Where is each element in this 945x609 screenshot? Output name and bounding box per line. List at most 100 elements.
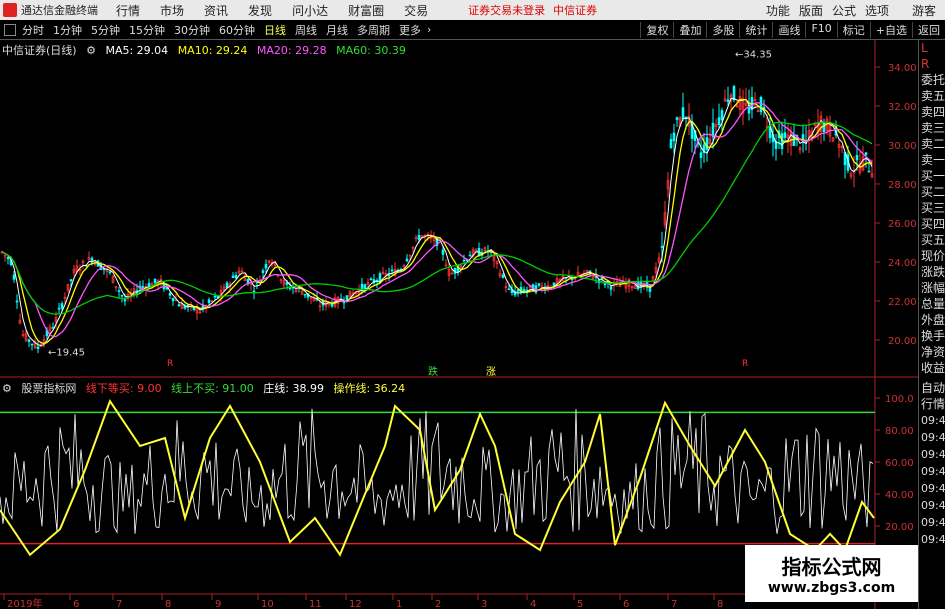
period-1min[interactable]: 1分钟 bbox=[53, 22, 82, 38]
stock-name[interactable]: 中信证券(日线) bbox=[2, 44, 77, 57]
period-60min[interactable]: 60分钟 bbox=[219, 22, 255, 38]
auto-label[interactable]: 行情 bbox=[919, 396, 945, 412]
grid-icon[interactable] bbox=[4, 23, 16, 36]
menu-faxian[interactable]: 发现 bbox=[248, 2, 272, 19]
period-multi[interactable]: 多周期 bbox=[357, 22, 390, 38]
tick-time: 09:47 bbox=[921, 448, 945, 461]
candle-body bbox=[60, 303, 64, 309]
candle-body bbox=[231, 275, 235, 278]
high-annotation: ←34.35 bbox=[735, 49, 772, 60]
candle-body bbox=[234, 274, 238, 279]
candle-body bbox=[69, 279, 73, 282]
menu-gongneng[interactable]: 功能 bbox=[766, 2, 790, 19]
menu-shichang[interactable]: 市场 bbox=[160, 2, 184, 19]
candle-body bbox=[213, 295, 217, 298]
tool-fuquan[interactable]: 复权 bbox=[640, 21, 673, 38]
period-toolbar: 分时 1分钟 5分钟 15分钟 30分钟 60分钟 日线 周线 月线 多周期 更… bbox=[0, 20, 945, 40]
candle-body bbox=[726, 99, 730, 102]
period-fenshi[interactable]: 分时 bbox=[22, 22, 44, 38]
zhuang-value: 庄线: 38.99 bbox=[263, 382, 324, 395]
mark-zhang: 涨 bbox=[486, 366, 496, 378]
tool-duogu[interactable]: 多股 bbox=[706, 21, 739, 38]
candle-body bbox=[6, 257, 10, 260]
side-marker-r[interactable]: R bbox=[919, 56, 945, 72]
candle-body bbox=[168, 293, 172, 296]
menu-xuanxiang[interactable]: 选项 bbox=[865, 2, 889, 19]
candle-body bbox=[759, 96, 763, 113]
side-marker-l[interactable]: L bbox=[919, 40, 945, 56]
quote-label: 卖二 bbox=[921, 137, 945, 151]
caozuo-value: 操作线: 36.24 bbox=[333, 382, 406, 395]
tick-time: 09:47 bbox=[921, 533, 945, 546]
tool-tongji[interactable]: 统计 bbox=[739, 21, 772, 38]
indicator-gear-icon[interactable]: ⚙ bbox=[2, 382, 12, 395]
candle-body bbox=[855, 154, 859, 161]
date-label: 7 bbox=[671, 599, 677, 609]
login-status[interactable]: 证券交易未登录 bbox=[468, 2, 545, 18]
period-more[interactable]: 更多 bbox=[399, 22, 421, 38]
line-low-value: 线下等买: 9.00 bbox=[85, 382, 162, 395]
menu-gongshi[interactable]: 公式 bbox=[832, 2, 856, 19]
candle-body bbox=[783, 132, 787, 138]
tool-diejia[interactable]: 叠加 bbox=[673, 21, 706, 38]
price-label: 32.00 bbox=[888, 102, 917, 113]
quote-label: 涨跌 bbox=[921, 265, 945, 279]
menu-wenxiaoda[interactable]: 问小达 bbox=[292, 2, 328, 19]
candle-body bbox=[261, 270, 265, 274]
legend-gear-icon[interactable]: ⚙ bbox=[86, 44, 96, 57]
candle-body bbox=[120, 294, 124, 297]
candle-body bbox=[501, 274, 505, 278]
candle-body bbox=[681, 107, 685, 120]
price-label: 20.00 bbox=[888, 336, 917, 347]
candle-body bbox=[699, 152, 703, 158]
candle-body bbox=[30, 343, 34, 346]
period-daily[interactable]: 日线 bbox=[264, 22, 286, 38]
price-label: 24.00 bbox=[888, 258, 917, 269]
app-logo-icon bbox=[3, 3, 17, 17]
tool-fanhui[interactable]: 返回 bbox=[912, 21, 945, 38]
quote-label: 外盘 bbox=[921, 313, 945, 327]
quote-label: 涨幅 bbox=[921, 281, 945, 295]
date-label: 7 bbox=[116, 599, 122, 609]
candle-body bbox=[660, 245, 664, 248]
candle-body bbox=[507, 288, 511, 290]
broker-name: 中信证券 bbox=[553, 4, 598, 17]
period-5min[interactable]: 5分钟 bbox=[91, 22, 120, 38]
quote-labels: 委托 卖五 卖四 卖三 卖二 卖一 买一 买二 买三 买四 买五 现价 涨跌 涨幅 总量 外盘 换手 净资 收益 bbox=[919, 72, 945, 376]
candle-body bbox=[672, 132, 676, 142]
candle-body bbox=[369, 278, 373, 281]
candle-body bbox=[225, 282, 229, 288]
period-monthly[interactable]: 月线 bbox=[326, 22, 348, 38]
kline-chart[interactable]: 34.00 32.00 30.00 28.00 26.00 24.00 22.00 20.00… bbox=[0, 40, 918, 609]
candle-body bbox=[171, 297, 175, 302]
tool-huaxian[interactable]: 画线 bbox=[772, 21, 805, 38]
date-label: 1 bbox=[396, 599, 402, 609]
period-30min[interactable]: 30分钟 bbox=[174, 22, 210, 38]
period-weekly[interactable]: 周线 bbox=[295, 22, 317, 38]
menu-jiaoyi[interactable]: 交易 bbox=[404, 2, 428, 19]
menu-zixun[interactable]: 资讯 bbox=[204, 2, 228, 19]
quote-label: 卖三 bbox=[921, 121, 945, 135]
chevron-right-icon[interactable]: › bbox=[427, 23, 431, 36]
candle-body bbox=[441, 249, 445, 255]
menu-banmian[interactable]: 版面 bbox=[799, 2, 823, 19]
price-label: 26.00 bbox=[888, 219, 917, 230]
quote-label: 委托 bbox=[921, 73, 945, 87]
candle-body bbox=[390, 269, 394, 272]
guest-button[interactable]: 游客 bbox=[912, 2, 936, 19]
menu-caifuquan[interactable]: 财富圈 bbox=[348, 2, 384, 19]
tick-time: 09:47 bbox=[921, 431, 945, 444]
period-15min[interactable]: 15分钟 bbox=[129, 22, 165, 38]
auto-label[interactable]: 自动 bbox=[919, 380, 945, 396]
candle-body bbox=[468, 254, 472, 257]
candle-body bbox=[27, 339, 31, 342]
date-label: 8 bbox=[165, 599, 171, 609]
candle-body bbox=[36, 346, 40, 349]
candle-body bbox=[303, 293, 307, 296]
indicator-label: 80.00 bbox=[885, 426, 914, 437]
indicator-name[interactable]: 股票指标网 bbox=[21, 382, 76, 395]
tool-zixuan[interactable]: +自选 bbox=[869, 21, 912, 38]
tool-biaoji[interactable]: 标记 bbox=[836, 21, 870, 38]
menu-hangqing[interactable]: 行情 bbox=[116, 2, 140, 19]
tool-f10[interactable]: F10 bbox=[805, 21, 836, 38]
